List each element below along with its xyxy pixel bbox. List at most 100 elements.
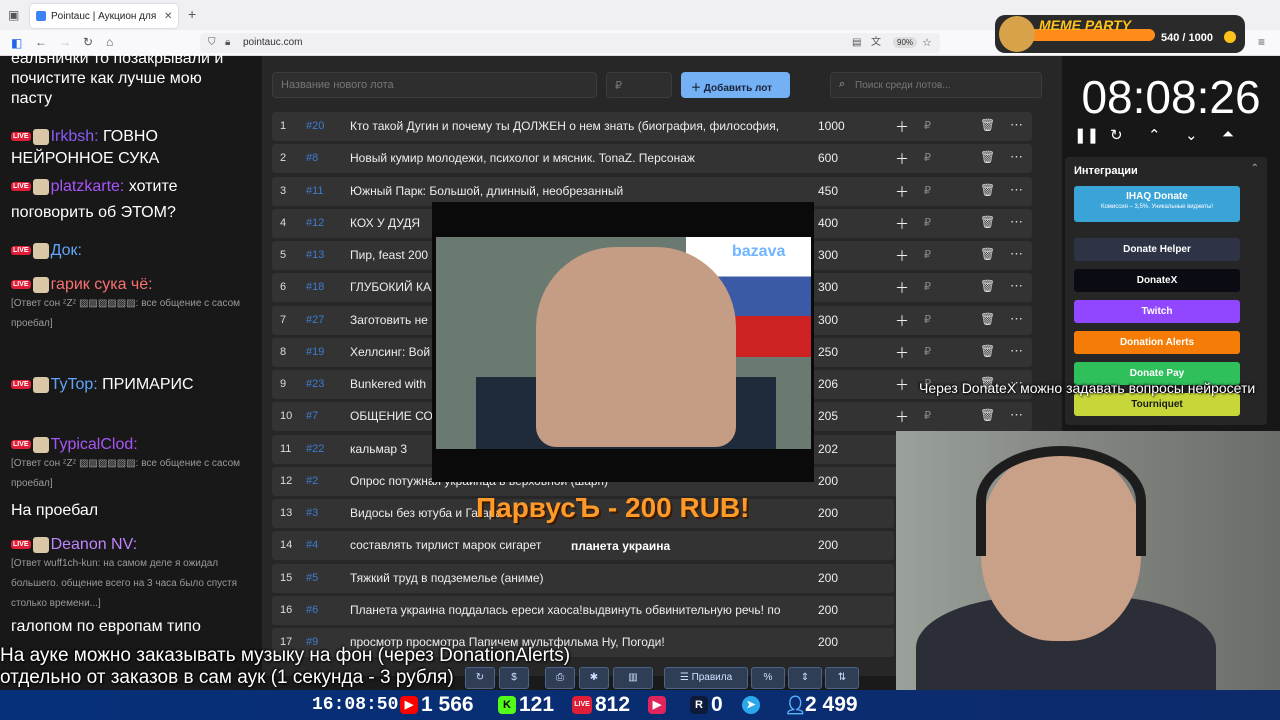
- chat-username[interactable]: Deanon NV:: [51, 536, 138, 553]
- tab-list-icon[interactable]: ▣: [8, 8, 19, 22]
- ruble-icon[interactable]: ₽: [924, 151, 931, 164]
- more-icon[interactable]: ⋯: [1010, 182, 1023, 198]
- new-lot-name-input[interactable]: Название нового лота: [272, 72, 597, 98]
- more-icon[interactable]: ⋯: [1010, 278, 1023, 294]
- delete-icon[interactable]: 🗑︎: [980, 150, 995, 164]
- restart-icon[interactable]: ↻: [1110, 126, 1123, 144]
- dollar-icon[interactable]: $: [499, 667, 529, 689]
- sort-icon[interactable]: ⇅: [825, 667, 859, 689]
- integration-button[interactable]: Donate Helper: [1074, 238, 1240, 261]
- more-icon[interactable]: ⋯: [1010, 117, 1023, 133]
- chat-username[interactable]: TypicalClod:: [51, 436, 138, 453]
- lot-amount[interactable]: 200: [818, 538, 838, 552]
- refresh-icon[interactable]: ↻: [465, 667, 495, 689]
- lot-amount[interactable]: 200: [818, 635, 838, 649]
- add-amount-icon[interactable]: ＋: [895, 246, 909, 266]
- lot-amount[interactable]: 400: [818, 216, 838, 230]
- chat-username[interactable]: Док:: [51, 242, 82, 259]
- home-icon[interactable]: ⌂: [106, 35, 113, 49]
- delete-icon[interactable]: 🗑︎: [980, 183, 995, 197]
- lot-amount[interactable]: 1000: [818, 119, 845, 133]
- lot-amount[interactable]: 200: [818, 506, 838, 520]
- chat-username[interactable]: Irkbsh:: [51, 128, 99, 145]
- integration-button[interactable]: Tourniquet: [1074, 393, 1240, 416]
- back-icon[interactable]: ←: [35, 35, 47, 49]
- address-bar[interactable]: ⛉ 🔒︎ pointauc.com ▤ 文 90% ☆: [200, 33, 940, 53]
- ruble-icon[interactable]: ₽: [924, 184, 931, 197]
- integration-button[interactable]: DonateX: [1074, 269, 1240, 292]
- delete-icon[interactable]: 🗑︎: [980, 118, 995, 132]
- shield-icon[interactable]: ⛉: [208, 36, 216, 50]
- collapse-icon[interactable]: ⌃: [1251, 163, 1259, 174]
- lot-amount[interactable]: 300: [818, 313, 838, 327]
- double-chevron-up-icon[interactable]: ⏶: [1222, 126, 1234, 143]
- lot-amount[interactable]: 600: [818, 151, 838, 165]
- ruble-icon[interactable]: ₽: [924, 280, 931, 293]
- chat-username[interactable]: гарик сука чё:: [51, 276, 153, 293]
- add-lot-button[interactable]: ＋ Добавить лот: [681, 72, 790, 98]
- delete-icon[interactable]: 🗑︎: [980, 215, 995, 229]
- integration-button[interactable]: Twitch: [1074, 300, 1240, 323]
- percent-button[interactable]: %: [751, 667, 785, 689]
- chat-username[interactable]: platzkarte:: [51, 178, 125, 195]
- lot-row[interactable]: 1 #20 Кто такой Дугин и почему ты ДОЛЖЕН о…: [272, 112, 1032, 141]
- more-icon[interactable]: ⋯: [1010, 343, 1023, 359]
- close-tab-icon[interactable]: ✕: [164, 11, 172, 22]
- pause-icon[interactable]: ❚❚: [1074, 126, 1099, 144]
- lot-amount[interactable]: 300: [818, 280, 838, 294]
- lot-amount[interactable]: 206: [818, 377, 838, 391]
- add-amount-icon[interactable]: ＋: [895, 375, 909, 395]
- more-icon[interactable]: ⋯: [1010, 311, 1023, 327]
- lot-row[interactable]: 15 #5 Тяжкий труд в подземелье (аниме) 200: [272, 563, 894, 593]
- translate-icon[interactable]: 文: [871, 36, 881, 50]
- lot-amount[interactable]: 450: [818, 184, 838, 198]
- ruble-icon[interactable]: ₽: [924, 345, 931, 358]
- add-amount-icon[interactable]: ＋: [895, 343, 909, 363]
- add-amount-icon[interactable]: ＋: [895, 407, 909, 427]
- add-amount-icon[interactable]: ＋: [895, 278, 909, 298]
- chevron-up-icon[interactable]: ⌃: [1148, 126, 1161, 144]
- bookmark-star-icon[interactable]: ☆: [922, 36, 932, 50]
- ruble-icon[interactable]: ₽: [924, 119, 931, 132]
- lot-amount[interactable]: 205: [818, 409, 838, 423]
- menu-icon[interactable]: ≡: [1258, 35, 1265, 49]
- delete-icon[interactable]: 🗑︎: [980, 279, 995, 293]
- lot-search-input[interactable]: ⌕ Поиск среди лотов...: [830, 72, 1042, 98]
- lot-amount[interactable]: 200: [818, 571, 838, 585]
- lot-amount[interactable]: 200: [818, 603, 838, 617]
- chevron-down-icon[interactable]: ⌄: [1185, 126, 1198, 144]
- add-amount-icon[interactable]: ＋: [895, 182, 909, 202]
- save-icon[interactable]: ⎙: [545, 667, 575, 689]
- add-amount-icon[interactable]: ＋: [895, 149, 909, 169]
- lot-row[interactable]: 2 #8 Новый кумир молодежи, психолог и мясн…: [272, 144, 1032, 174]
- delete-icon[interactable]: 🗑︎: [980, 408, 995, 422]
- delete-icon[interactable]: 🗑︎: [980, 312, 995, 326]
- add-amount-icon[interactable]: ＋: [895, 214, 909, 234]
- ruble-icon[interactable]: ₽: [924, 248, 931, 261]
- sidebar-icon[interactable]: ◧: [11, 36, 22, 50]
- lot-amount[interactable]: 250: [818, 345, 838, 359]
- more-icon[interactable]: ⋯: [1010, 214, 1023, 230]
- delete-icon[interactable]: 🗑︎: [980, 344, 995, 358]
- media-video-popup[interactable]: bazava: [432, 202, 814, 482]
- zoom-level[interactable]: 90%: [893, 37, 918, 48]
- more-icon[interactable]: ⋯: [1010, 246, 1023, 262]
- bug-icon[interactable]: ✱: [579, 667, 609, 689]
- browser-tab[interactable]: Pointauc | Аукцион для стримеров ✕: [30, 4, 178, 28]
- split-icon[interactable]: ⇕: [788, 667, 822, 689]
- add-amount-icon[interactable]: ＋: [895, 117, 909, 137]
- integration-button[interactable]: Donation Alerts: [1074, 331, 1240, 354]
- more-icon[interactable]: ⋯: [1010, 407, 1023, 423]
- new-lot-price-input[interactable]: ₽: [606, 72, 672, 98]
- ruble-icon[interactable]: ₽: [924, 409, 931, 422]
- ruble-icon[interactable]: ₽: [924, 216, 931, 229]
- trash-all-icon[interactable]: ▥: [613, 667, 653, 689]
- lot-amount[interactable]: 300: [818, 248, 838, 262]
- new-tab-icon[interactable]: +: [188, 7, 196, 21]
- lot-amount[interactable]: 202: [818, 442, 838, 456]
- add-amount-icon[interactable]: ＋: [895, 311, 909, 331]
- reader-view-icon[interactable]: ▤: [852, 36, 861, 50]
- forward-icon[interactable]: →: [59, 35, 71, 49]
- ruble-icon[interactable]: ₽: [924, 313, 931, 326]
- chat-username[interactable]: TyTop:: [51, 376, 98, 393]
